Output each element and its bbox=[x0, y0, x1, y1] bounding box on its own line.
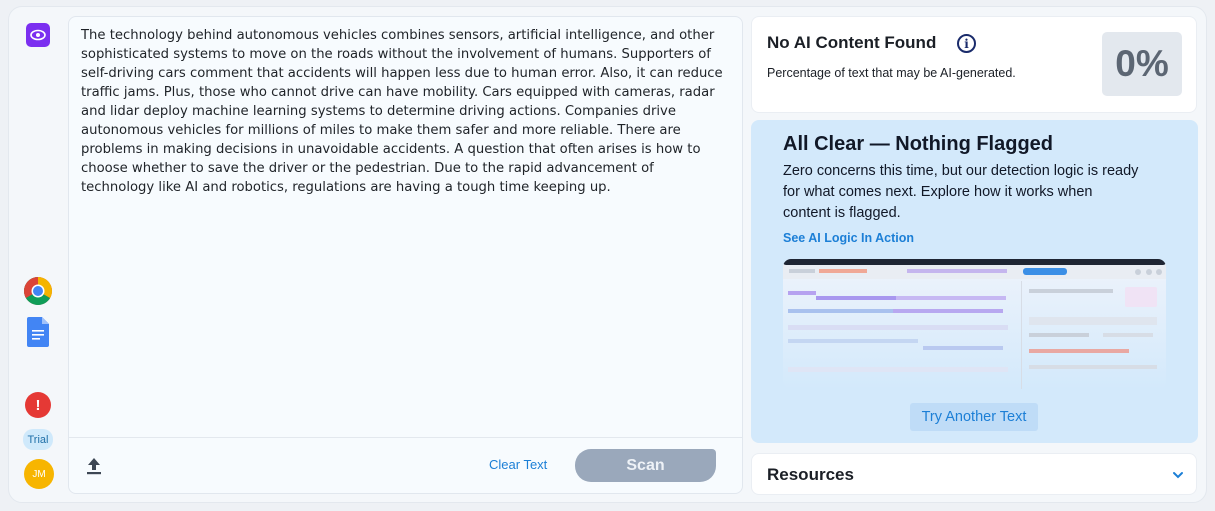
see-ai-logic-link[interactable]: See AI Logic In Action bbox=[783, 231, 914, 245]
trial-badge[interactable]: Trial bbox=[23, 429, 53, 450]
all-clear-body: Zero concerns this time, but our detecti… bbox=[783, 163, 1139, 221]
ai-percentage: 0% bbox=[1102, 32, 1182, 96]
resources-section[interactable]: Resources bbox=[751, 453, 1197, 495]
left-rail: ! Trial JM bbox=[8, 6, 66, 503]
editor-text[interactable]: The technology behind autonomous vehicle… bbox=[81, 26, 731, 197]
result-card: No AI Content Found i Percentage of text… bbox=[751, 16, 1197, 113]
scan-button[interactable]: Scan bbox=[575, 449, 716, 482]
alert-icon[interactable]: ! bbox=[25, 392, 51, 418]
result-title: No AI Content Found bbox=[767, 33, 937, 52]
all-clear-card: All Clear — Nothing Flagged Zero concern… bbox=[751, 120, 1198, 443]
try-another-text-button[interactable]: Try Another Text bbox=[910, 403, 1038, 431]
text-editor[interactable]: The technology behind autonomous vehicle… bbox=[68, 16, 743, 494]
clear-text-button[interactable]: Clear Text bbox=[489, 457, 547, 472]
chrome-icon[interactable] bbox=[23, 276, 53, 306]
editor-footer: Clear Text Scan bbox=[69, 437, 742, 493]
preview-screenshot bbox=[783, 259, 1166, 389]
avatar[interactable]: JM bbox=[24, 459, 54, 489]
eye-icon[interactable] bbox=[26, 23, 50, 47]
all-clear-title: All Clear — Nothing Flagged bbox=[783, 133, 1054, 155]
resources-title: Resources bbox=[767, 465, 854, 484]
result-subtitle: Percentage of text that may be AI-genera… bbox=[767, 66, 1016, 80]
google-docs-icon[interactable] bbox=[27, 317, 49, 347]
info-icon[interactable]: i bbox=[957, 34, 976, 53]
chevron-down-icon[interactable] bbox=[1172, 468, 1184, 480]
upload-icon[interactable] bbox=[85, 456, 103, 476]
